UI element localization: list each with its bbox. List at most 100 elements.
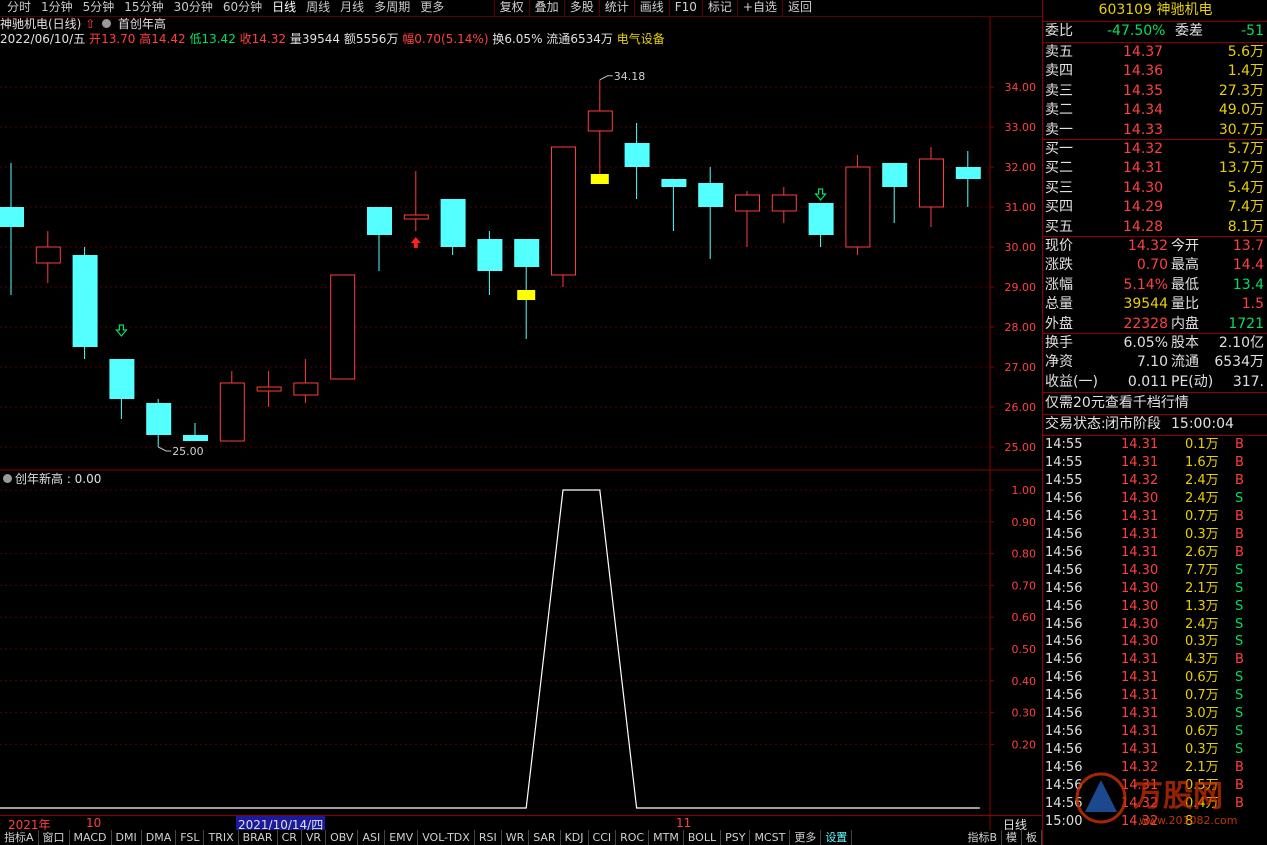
- tick-price: 14.30: [1121, 490, 1159, 506]
- buys-label: 买四: [1045, 199, 1073, 216]
- indicator-tab-27[interactable]: 模: [1002, 830, 1022, 845]
- sells-row-0[interactable]: 卖五 14.37 5.6万: [1045, 43, 1266, 62]
- chart-title: 神驰机电(日线): [0, 17, 82, 31]
- buys-volume: 5.7万: [1227, 141, 1264, 157]
- max-pointer: [599, 75, 613, 81]
- indicator-tab-1[interactable]: 窗口: [39, 830, 70, 845]
- tick-side: B: [1235, 652, 1244, 668]
- promo-text[interactable]: 仅需20元查看千档行情: [1045, 394, 1189, 413]
- tick-row-8: 14:56 14.30 2.1万 S: [1045, 580, 1266, 598]
- indicator-tab-6[interactable]: TRIX: [204, 830, 239, 845]
- stats-label2: 今开: [1171, 238, 1199, 254]
- indicator-tab-23[interactable]: MCST: [750, 830, 791, 845]
- indicator-tab-25[interactable]: 设置: [821, 830, 853, 845]
- candle: [735, 191, 760, 247]
- lower-indicator-toggle-icon[interactable]: [3, 474, 12, 483]
- indicator-tab-17[interactable]: KDJ: [561, 830, 589, 845]
- sells-row-4[interactable]: 卖一 14.33 30.7万: [1045, 121, 1266, 140]
- indicator-tab-28[interactable]: 板: [1022, 830, 1042, 845]
- candle-body-up: [35, 246, 61, 264]
- stock-name: 神驰机电: [1156, 2, 1213, 18]
- indicator-tab-5[interactable]: FSL: [176, 830, 205, 845]
- open-label: 开: [89, 32, 102, 46]
- buys-row-3[interactable]: 买四 14.29 7.4万: [1045, 198, 1266, 217]
- indicator-tab-0[interactable]: 指标A: [0, 830, 39, 845]
- tick-time: 14:56: [1045, 526, 1083, 542]
- turnover-value: 6.05%: [504, 32, 543, 46]
- candle: [109, 359, 135, 419]
- candle: [219, 371, 245, 442]
- tick-time: 14:56: [1045, 634, 1083, 650]
- candle-body-down: [808, 203, 834, 235]
- candle-body-up: [771, 194, 797, 212]
- sells-row-3[interactable]: 卖二 14.34 49.0万: [1045, 101, 1266, 120]
- indicator-tab-16[interactable]: SAR: [529, 830, 561, 845]
- sells-price: 14.34: [1123, 102, 1164, 119]
- candle: [0, 163, 24, 295]
- indicator-tab-22[interactable]: PSY: [721, 830, 751, 845]
- indicator-tab-12[interactable]: EMV: [385, 830, 419, 845]
- buys-row-0[interactable]: 买一 14.32 5.7万: [1045, 140, 1266, 159]
- stats2-label: 净资: [1045, 354, 1073, 371]
- indicator-tab-15[interactable]: WR: [502, 830, 530, 845]
- tick-time: 14:56: [1045, 508, 1083, 524]
- candle-body-down: [146, 403, 172, 435]
- candle-body-down: [661, 179, 687, 187]
- amount-value: 5556万: [355, 32, 399, 46]
- tick-side: S: [1235, 580, 1244, 596]
- indicator-toggle-icon[interactable]: [102, 19, 112, 28]
- kline-chart[interactable]: 34.00 33.00 32.00 31.00 30.00 29.00 28.00 27.00…: [0, 0, 1042, 845]
- indicator-tab-18[interactable]: CCI: [589, 830, 617, 845]
- divider: [1043, 392, 1267, 393]
- indicator-tab-9[interactable]: VR: [302, 830, 327, 845]
- green-down-arrow-icon: [814, 188, 827, 201]
- buys-price: 14.28: [1123, 218, 1164, 235]
- candle-body-down: [109, 359, 135, 399]
- buys-row-4[interactable]: 买五 14.28 8.1万: [1045, 218, 1266, 237]
- indicator-tab-24[interactable]: 更多: [790, 830, 822, 845]
- tick-side: B: [1235, 526, 1244, 542]
- turnover-label: 换: [492, 32, 505, 46]
- indicator-tab-26[interactable]: 指标B: [963, 830, 1002, 845]
- buys-row-1[interactable]: 买二 14.31 13.7万: [1045, 159, 1266, 178]
- stats-label: 总量: [1045, 296, 1073, 313]
- indicator-tab-10[interactable]: OBV: [326, 830, 359, 845]
- indicator-tab-13[interactable]: VOL-TDX: [418, 830, 475, 845]
- indicator-tab-7[interactable]: BRAR: [239, 830, 278, 845]
- stats2-value2: 2.10亿: [1218, 335, 1264, 351]
- candle-body-down: [440, 199, 466, 247]
- stats2-value: 6.05%: [1123, 335, 1168, 351]
- candle-body-down: [514, 239, 540, 267]
- ohlc-info-row: 2022/06/10/五 开13.70 高14.42 低13.42 收14.32…: [0, 32, 665, 47]
- buys-label: 买三: [1045, 179, 1073, 196]
- signal-marker: [517, 290, 536, 300]
- tick-row-12: 14:56 14.31 4.3万 B: [1045, 651, 1266, 669]
- candle: [183, 423, 208, 441]
- stock-title: 603109 神驰机电: [1043, 0, 1267, 20]
- indicator-tab-21[interactable]: BOLL: [684, 830, 722, 845]
- sector-link[interactable]: 电气设备: [617, 32, 665, 46]
- indicator-tab-3[interactable]: DMI: [112, 830, 142, 845]
- tick-volume: 0.3万: [1185, 526, 1219, 542]
- indicator-tabs: 指标A 窗口 MACD DMI DMA FSL TRIX BRAR CR VR OBV ASI EMV V…: [0, 830, 1042, 845]
- indicator-tab-19[interactable]: ROC: [616, 830, 650, 845]
- weibi-value: -47.50%: [1107, 23, 1166, 39]
- candle: [661, 179, 687, 231]
- indicator-tab-2[interactable]: MACD: [70, 830, 112, 845]
- candle-body-up: [293, 382, 319, 396]
- promo-row[interactable]: 仅需20元查看千档行情: [1045, 394, 1266, 413]
- tick-volume: 7.7万: [1185, 562, 1219, 578]
- indicator-tab-8[interactable]: CR: [278, 830, 302, 845]
- indicator-tab-11[interactable]: ASI: [358, 830, 386, 845]
- indicator-tab-4[interactable]: DMA: [142, 830, 177, 845]
- tick-volume: 4.3万: [1185, 652, 1219, 668]
- tick-row-15: 14:56 14.31 3.0万 S: [1045, 705, 1266, 723]
- sells-row-1[interactable]: 卖四 14.36 1.4万: [1045, 62, 1266, 81]
- sells-row-2[interactable]: 卖三 14.35 27.3万: [1045, 82, 1266, 101]
- buys-row-2[interactable]: 买三 14.30 5.4万: [1045, 179, 1266, 198]
- tick-price: 14.31: [1121, 544, 1159, 560]
- sells-price: 14.37: [1123, 44, 1164, 60]
- indicator-tab-14[interactable]: RSI: [475, 830, 502, 845]
- tick-side: B: [1235, 544, 1244, 560]
- indicator-tab-20[interactable]: MTM: [649, 830, 684, 845]
